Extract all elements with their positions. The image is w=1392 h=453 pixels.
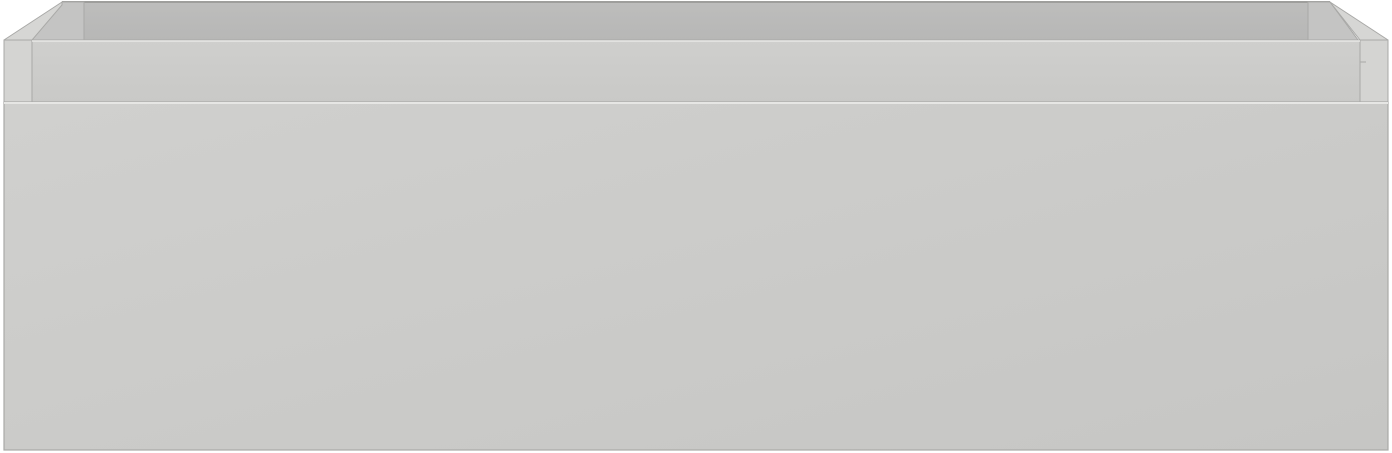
drawer-inner-panel	[31, 39, 1361, 103]
drawer-right-rim	[1359, 39, 1389, 103]
drawer-graphic	[3, 1, 1389, 451]
drawer-back-wall	[30, 1, 1359, 41]
drawer-front-panel	[3, 101, 1389, 451]
drawer-left-rim	[3, 39, 33, 103]
drawer-illustration	[0, 0, 1392, 453]
